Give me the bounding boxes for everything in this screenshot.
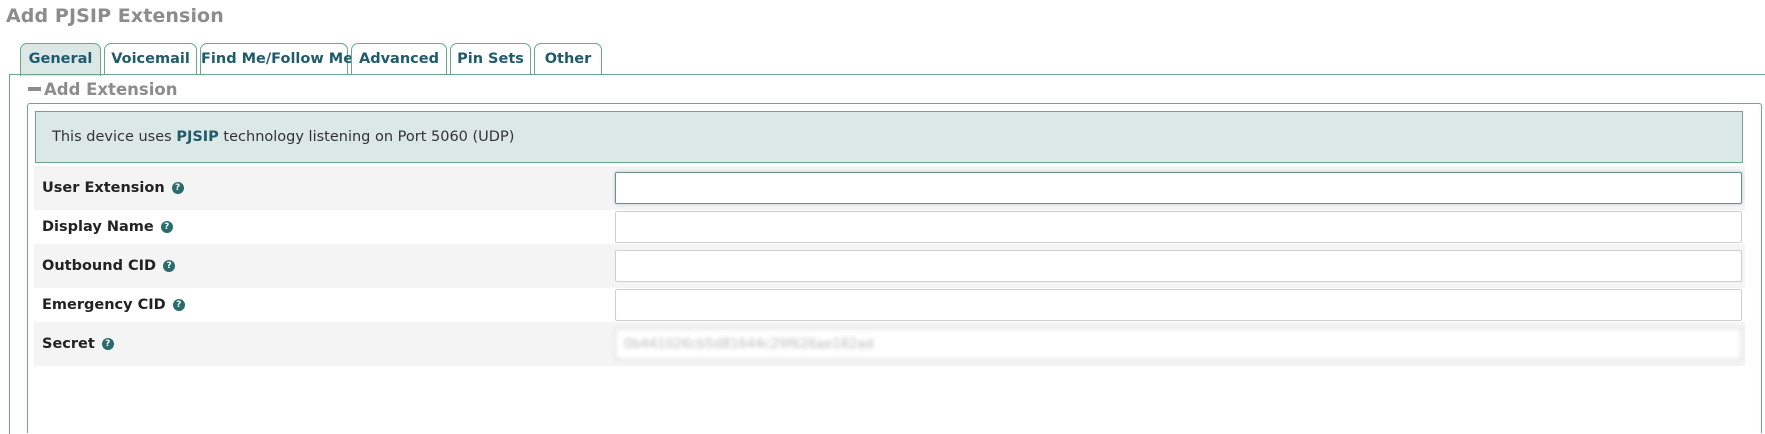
secret-input[interactable] <box>615 328 1742 360</box>
emergency-cid-input[interactable] <box>615 289 1742 321</box>
tab-find-me-follow-me[interactable]: Find Me/Follow Me <box>200 43 353 74</box>
secret-label: Secret <box>42 336 95 352</box>
user-extension-label: User Extension <box>42 180 165 196</box>
tab-other[interactable]: Other <box>534 43 602 74</box>
form-row-user-extension: User Extension ? <box>34 166 1745 210</box>
tab-voicemail[interactable]: Voicemail <box>104 43 197 74</box>
form-row-outbound-cid: Outbound CID ? <box>34 244 1745 288</box>
display-name-input[interactable] <box>615 211 1742 243</box>
form-row-display-name: Display Name ? <box>34 205 1745 249</box>
display-name-label: Display Name <box>42 219 154 235</box>
tab-pin-sets[interactable]: Pin Sets <box>450 43 531 74</box>
info-prefix: This device uses <box>52 129 177 145</box>
minus-icon[interactable] <box>28 87 41 91</box>
user-extension-input[interactable] <box>615 172 1742 204</box>
info-suffix: technology listening on Port 5060 (UDP) <box>218 129 515 145</box>
info-alert: This device uses PJSIP technology listen… <box>35 111 1743 163</box>
info-technology: PJSIP <box>176 129 219 145</box>
page-title: Add PJSIP Extension <box>6 5 224 27</box>
tab-advanced[interactable]: Advanced <box>351 43 447 74</box>
question-circle-icon[interactable]: ? <box>101 338 114 350</box>
form-row-secret: Secret ? <box>34 322 1745 366</box>
section-header[interactable]: Add Extension <box>28 78 177 100</box>
question-circle-icon[interactable]: ? <box>172 299 185 311</box>
form-row-emergency-cid: Emergency CID ? <box>34 283 1745 327</box>
question-circle-icon[interactable]: ? <box>160 221 173 233</box>
question-circle-icon[interactable]: ? <box>163 260 176 272</box>
tab-general[interactable]: General <box>20 43 101 76</box>
section-title: Add Extension <box>44 79 178 99</box>
outbound-cid-label: Outbound CID <box>42 258 157 274</box>
emergency-cid-label: Emergency CID <box>42 297 166 313</box>
question-circle-icon[interactable]: ? <box>171 182 184 194</box>
outbound-cid-input[interactable] <box>615 250 1742 282</box>
